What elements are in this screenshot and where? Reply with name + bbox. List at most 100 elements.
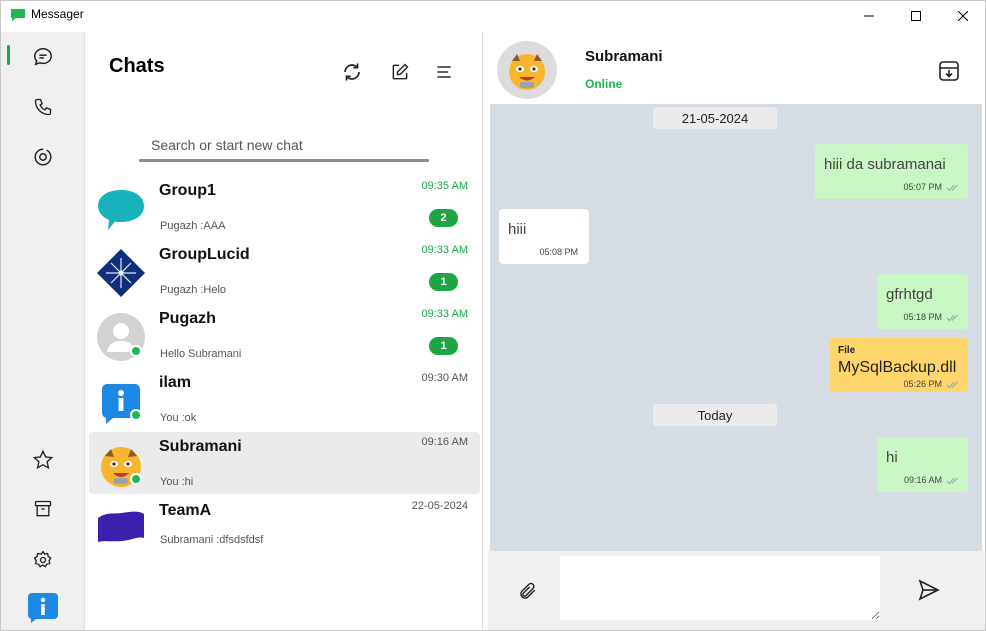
chat-name: Pugazh xyxy=(159,310,216,327)
message-outgoing[interactable]: hi 09:16 AM xyxy=(877,437,968,492)
message-time: 05:08 PM xyxy=(539,247,578,257)
app-title: Messager xyxy=(31,7,84,21)
message-outgoing[interactable]: gfrhtgd 05:18 PM xyxy=(877,274,968,329)
nav-calls-button[interactable] xyxy=(25,89,61,125)
refresh-icon xyxy=(344,63,360,81)
chat-time: 09:33 AM xyxy=(421,308,468,320)
chat-time: 09:33 AM xyxy=(421,244,468,256)
chat-icon xyxy=(34,48,52,66)
chat-list-title: Chats xyxy=(109,55,165,77)
message-incoming[interactable]: hiii 05:08 PM xyxy=(499,209,589,264)
date-separator: Today xyxy=(653,404,777,426)
active-nav-indicator xyxy=(7,45,10,65)
conversation-panel: Subramani Online 21-05-2024 hiii da subr… xyxy=(488,32,985,630)
new-chat-button[interactable] xyxy=(385,57,415,87)
search-input[interactable] xyxy=(139,130,429,159)
chat-item-pugazh[interactable]: Pugazh Hello Subramani 09:33 AM 1 xyxy=(89,304,480,366)
purple-wave-avatar xyxy=(98,511,144,542)
message-time: 05:07 PM xyxy=(903,182,942,192)
attach-button[interactable] xyxy=(514,577,542,605)
file-name[interactable]: MySqlBackup.dll xyxy=(838,359,956,377)
nav-status-button[interactable] xyxy=(25,139,61,175)
minimize-button[interactable] xyxy=(846,1,892,31)
double-check-icon xyxy=(946,381,958,389)
archive-chat-button[interactable] xyxy=(933,56,965,86)
message-time: 05:18 PM xyxy=(903,312,942,322)
message-input[interactable] xyxy=(560,556,880,620)
chat-preview: You :hi xyxy=(160,476,194,488)
app-window: Messager Chats Search or start new chat … xyxy=(0,0,986,631)
chat-name: ilam xyxy=(159,374,192,391)
info-icon xyxy=(28,593,58,623)
chat-time: 09:35 AM xyxy=(421,180,468,192)
nav-sidebar xyxy=(1,32,85,630)
contact-status: Online xyxy=(585,77,623,91)
online-indicator xyxy=(130,345,142,357)
double-check-icon xyxy=(946,184,958,192)
unread-badge: 2 xyxy=(429,209,458,227)
app-logo-icon xyxy=(11,9,25,21)
message-file[interactable]: File MySqlBackup.dll 05:26 PM xyxy=(829,338,968,392)
contact-name: Subramani xyxy=(585,48,663,65)
composer-bar xyxy=(488,551,985,630)
send-icon xyxy=(918,579,940,601)
nav-chats-button[interactable] xyxy=(25,39,61,75)
double-check-icon xyxy=(946,477,958,485)
chat-preview: Pugazh :AAA xyxy=(160,220,226,232)
message-text: hi xyxy=(886,449,898,466)
conversation-header: Subramani Online xyxy=(488,32,985,104)
maximize-button[interactable] xyxy=(893,1,939,31)
maximize-icon xyxy=(911,11,921,21)
nav-starred-button[interactable] xyxy=(25,442,61,478)
search-underline xyxy=(139,159,429,162)
message-text: hiii xyxy=(508,221,527,238)
message-outgoing[interactable]: hiii da subramanai 05:07 PM xyxy=(815,144,968,199)
archive-download-icon xyxy=(939,61,959,81)
teal-bubble-avatar xyxy=(98,190,144,230)
close-icon xyxy=(958,11,968,21)
send-button[interactable] xyxy=(913,575,945,605)
chat-item-group1[interactable]: Group1 Pugazh :AAA 09:35 AM 2 xyxy=(89,176,480,238)
nav-settings-button[interactable] xyxy=(25,542,61,578)
message-time: 09:16 AM xyxy=(903,475,942,485)
chat-item-ilam[interactable]: ilam You :ok 09:30 AM xyxy=(89,368,480,430)
title-bar: Messager xyxy=(1,1,985,31)
unread-badge: 1 xyxy=(429,337,458,355)
chat-time: 09:30 AM xyxy=(421,372,468,384)
message-area[interactable]: 21-05-2024 hiii da subramanai 05:07 PM h… xyxy=(490,104,982,551)
close-button[interactable] xyxy=(940,1,986,31)
chat-item-subramani[interactable]: Subramani You :hi 09:16 AM xyxy=(89,432,480,494)
nav-profile-button[interactable] xyxy=(25,590,61,626)
chat-preview: Subramani :dfsdsfdsf xyxy=(160,534,264,546)
unread-badge: 1 xyxy=(429,273,458,291)
message-time: 05:26 PM xyxy=(903,379,942,389)
chat-item-grouplucid[interactable]: GroupLucid Pugazh :Helo 09:33 AM 1 xyxy=(89,240,480,302)
date-separator: 21-05-2024 xyxy=(653,107,777,129)
file-label: File xyxy=(838,345,856,356)
minimize-icon xyxy=(864,15,874,17)
message-text: gfrhtgd xyxy=(886,286,933,303)
refresh-button[interactable] xyxy=(337,57,367,87)
filter-button[interactable] xyxy=(429,57,459,87)
new-chat-icon xyxy=(392,63,409,80)
blue-star-avatar xyxy=(97,249,145,297)
nav-archive-button[interactable] xyxy=(25,491,61,527)
chat-name: Group1 xyxy=(159,182,216,199)
chat-time: 09:16 AM xyxy=(421,436,468,448)
contact-avatar[interactable] xyxy=(496,40,558,100)
chat-list-panel: Chats Group1 Pugazh :AAA 09:35 AM 2 Grou… xyxy=(86,32,483,630)
search-box xyxy=(139,130,429,162)
message-text: hiii da subramanai xyxy=(824,156,946,173)
chat-name: Subramani xyxy=(159,438,242,455)
chat-item-teama[interactable]: TeamA Subramani :dfsdsfdsf 22-05-2024 xyxy=(89,496,480,558)
double-check-icon xyxy=(946,314,958,322)
chat-time: 22-05-2024 xyxy=(411,500,468,512)
paperclip-icon xyxy=(520,582,536,599)
status-icon xyxy=(34,148,52,166)
chat-preview: You :ok xyxy=(160,412,197,424)
online-indicator xyxy=(130,409,142,421)
chat-name: TeamA xyxy=(159,502,212,519)
chat-preview: Pugazh :Helo xyxy=(160,284,227,296)
filter-icon xyxy=(437,66,451,78)
chat-preview: Hello Subramani xyxy=(160,348,242,360)
